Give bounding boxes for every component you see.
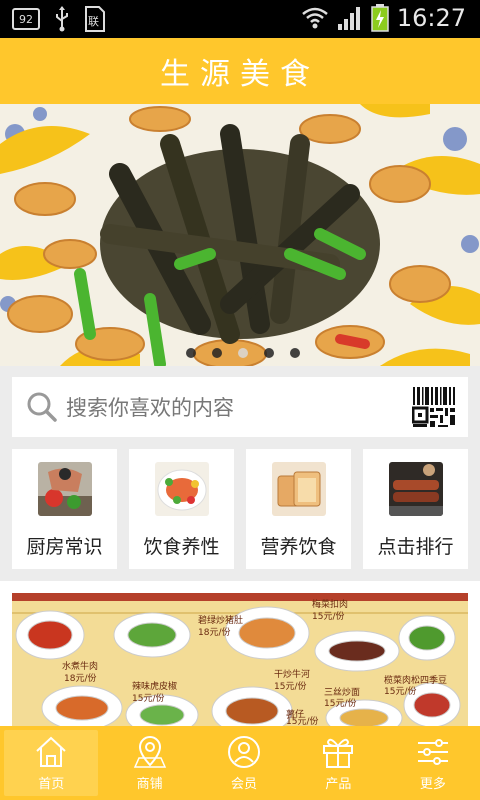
menu-poster[interactable]: 水煮牛肉 18元/份 碧绿炒猪肚 18元/份 梅菜扣肉 15元/份 榄菜肉松四季… xyxy=(12,593,468,726)
search-icon xyxy=(27,392,57,422)
nav-label: 商铺 xyxy=(136,777,163,792)
category-grid: 厨房常识 饮食养性 营养饮食 点击排行 xyxy=(12,449,468,569)
carousel-dot[interactable] xyxy=(212,348,222,358)
poster-item-price: 18元/份 xyxy=(64,672,97,684)
nav-label: 会员 xyxy=(231,777,258,792)
category-label: 营养饮食 xyxy=(260,536,337,558)
svg-text:联: 联 xyxy=(88,15,99,28)
poster-item-price: 15元/份 xyxy=(274,680,307,692)
sim-icon: 联 xyxy=(85,6,105,32)
search-input[interactable]: 搜索你喜欢的内容 xyxy=(66,392,412,422)
poster-item-price: 18元/份 xyxy=(198,626,231,638)
status-bar: 92 联 16:27 xyxy=(0,0,480,38)
category-ranking[interactable]: 点击排行 xyxy=(363,449,468,569)
signal-icon xyxy=(337,7,360,30)
nav-home[interactable]: 首页 xyxy=(4,730,99,796)
qr-scan-icon[interactable] xyxy=(412,385,456,429)
poster-item-price: 15元/份 xyxy=(384,685,417,697)
bottom-nav: 首页 商铺 会员 产品 更多 xyxy=(0,726,480,800)
nav-products[interactable]: 产品 xyxy=(291,726,385,800)
nav-label: 首页 xyxy=(38,777,65,792)
wifi-icon xyxy=(302,7,328,29)
carousel-indicator xyxy=(186,348,300,358)
nav-label: 更多 xyxy=(419,777,446,792)
carousel-dot[interactable] xyxy=(264,348,274,358)
banner-carousel[interactable] xyxy=(0,104,480,366)
poster-item-name: 干炒牛河 xyxy=(274,668,310,680)
poster-item-name: 梅菜扣肉 xyxy=(312,598,348,610)
poster-item-price: 15元/份 xyxy=(132,692,165,704)
poster-item-price: 15元/份 xyxy=(286,715,319,726)
category-kitchen-tips[interactable]: 厨房常识 xyxy=(12,449,117,569)
poster-item-name: 榄菜肉松四季豆 xyxy=(384,674,447,686)
battery-charging-icon xyxy=(371,4,389,32)
category-label: 饮食养性 xyxy=(143,536,220,558)
user-icon xyxy=(228,736,261,768)
promo-section: 水煮牛肉 18元/份 碧绿炒猪肚 18元/份 梅菜扣肉 15元/份 榄菜肉松四季… xyxy=(0,581,480,726)
search-bar[interactable]: 搜索你喜欢的内容 xyxy=(12,377,468,437)
usb-icon xyxy=(56,6,68,32)
app-header: 生源美食 xyxy=(0,38,480,104)
page-title: 生源美食 xyxy=(160,57,320,92)
kitchen-photo-icon xyxy=(37,462,92,516)
status-time: 16:27 xyxy=(396,4,466,32)
poster-item-name: 三丝炒面 xyxy=(324,686,360,698)
home-icon xyxy=(36,736,66,767)
poster-item-price: 15元/份 xyxy=(312,610,345,622)
carousel-dot-active[interactable] xyxy=(238,348,248,358)
poster-item-price: 15元/份 xyxy=(324,697,357,709)
gift-icon xyxy=(323,738,354,768)
category-label: 厨房常识 xyxy=(26,536,103,558)
nav-shops[interactable]: 商铺 xyxy=(102,726,196,800)
category-diet-health[interactable]: 饮食养性 xyxy=(129,449,234,569)
notification-badge-icon: 92 xyxy=(12,8,40,30)
category-label: 点击排行 xyxy=(377,536,454,558)
carousel-dot[interactable] xyxy=(290,348,300,358)
banner-image xyxy=(0,104,480,366)
poster-item-name: 辣味虎皮椒 xyxy=(132,680,177,692)
nav-member[interactable]: 会员 xyxy=(197,726,291,800)
bread-photo-icon xyxy=(271,462,326,516)
nav-more[interactable]: 更多 xyxy=(386,726,480,800)
carousel-dot[interactable] xyxy=(186,348,196,358)
category-nutrition[interactable]: 营养饮食 xyxy=(246,449,351,569)
nav-label: 产品 xyxy=(325,777,352,792)
platter-photo-icon xyxy=(154,462,209,516)
poster-item-name: 碧绿炒猪肚 xyxy=(198,614,243,626)
sliders-icon xyxy=(417,739,448,765)
grill-photo-icon xyxy=(388,462,443,516)
poster-item-name: 水煮牛肉 xyxy=(62,660,98,672)
map-pin-icon xyxy=(133,736,166,768)
